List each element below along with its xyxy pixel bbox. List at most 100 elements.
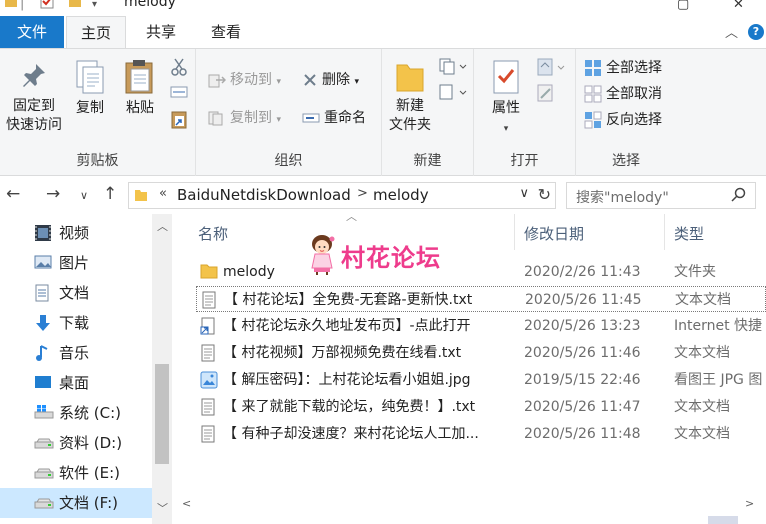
pin-quick-access-button[interactable]: 固定到 快速访问	[2, 61, 66, 135]
back-button[interactable]: ←	[6, 184, 20, 204]
up-button[interactable]: ↑	[103, 184, 117, 204]
copy-to-button[interactable]: 复制到 ▾	[208, 107, 281, 129]
tab-view[interactable]: 查看	[196, 16, 256, 48]
nav-item-drive-e[interactable]: 软件 (E:)	[0, 458, 152, 488]
invert-selection-button[interactable]: 反向选择	[584, 109, 662, 131]
recent-locations-button[interactable]: ∨	[80, 189, 88, 202]
help-icon[interactable]: ?	[748, 24, 764, 40]
new-item-icon[interactable]	[438, 57, 468, 75]
list-item[interactable]: 【 村花视频】万部视频免费在线看.txt 2020/5/26 11:46 文本文…	[196, 340, 766, 366]
more-locations-icon[interactable]: «	[159, 186, 167, 201]
delete-button[interactable]: 删除 ▾	[302, 69, 359, 91]
scroll-down-icon[interactable]: ﹀	[157, 500, 168, 516]
scroll-up-icon[interactable]: ︿	[157, 218, 168, 234]
list-item[interactable]: melody 2020/2/26 11:43 文件夹	[196, 259, 766, 285]
properties-button[interactable]: 属性 ▾	[484, 59, 528, 139]
paste-label: 粘贴	[126, 100, 154, 116]
properties-icon	[493, 60, 519, 94]
scroll-right-icon[interactable]: >	[745, 497, 754, 510]
refresh-icon[interactable]: ↻	[538, 185, 551, 204]
breadcrumb-baidunetdiskdownload[interactable]: BaiduNetdiskDownload	[177, 186, 351, 204]
list-item[interactable]: 【 村花论坛永久地址发布页】-点此打开 2020/5/26 13:23 Inte…	[196, 313, 766, 339]
list-item[interactable]: 【 解压密码】：上村花论坛看小姐姐.jpg 2019/5/15 22:46 看图…	[196, 367, 766, 393]
file-name: 【 村花视频】万部视频免费在线看.txt	[223, 345, 462, 361]
invert-selection-label: 反向选择	[606, 112, 662, 128]
window-title: melody	[124, 0, 176, 10]
column-divider[interactable]	[664, 214, 665, 250]
address-dropdown-icon[interactable]: ∨	[519, 186, 529, 201]
windows-drive-icon	[34, 405, 54, 419]
view-toggle-stub[interactable]	[708, 516, 738, 524]
new-folder-button[interactable]: 新建 文件夹	[384, 61, 436, 135]
nav-item-downloads[interactable]: 下载	[0, 308, 152, 338]
column-header-date[interactable]: 修改日期	[524, 214, 584, 254]
chevron-down-icon: ▾	[503, 124, 509, 134]
select-none-label: 全部取消	[606, 86, 662, 102]
cut-icon[interactable]	[170, 57, 188, 77]
horizontal-scrollbar[interactable]: < >	[172, 496, 766, 514]
select-none-button[interactable]: 全部取消	[584, 83, 662, 105]
properties-icon[interactable]	[40, 0, 54, 9]
new-folder-icon[interactable]	[68, 0, 82, 8]
move-to-button[interactable]: 移动到 ▾	[208, 69, 281, 91]
list-item[interactable]: 【 有种子却没速度？来村花论坛人工加... 2020/5/26 11:48 文本…	[196, 421, 766, 447]
column-divider[interactable]	[514, 214, 515, 250]
maximize-button[interactable]: ▢	[677, 0, 689, 12]
tab-file[interactable]: 文件	[0, 16, 64, 48]
list-item[interactable]: 【 来了就能下载的论坛，纯免费！】.txt 2020/5/26 11:47 文本…	[196, 394, 766, 420]
open-icon[interactable]	[536, 57, 568, 77]
collapse-ribbon-icon[interactable]: ︿	[725, 22, 738, 41]
chevron-down-icon[interactable]: ▾	[92, 0, 97, 10]
properties-label: 属性	[492, 100, 520, 116]
new-folder-icon	[396, 64, 424, 92]
tab-share[interactable]: 共享	[132, 16, 190, 48]
file-date: 2020/5/26 11:46	[524, 345, 641, 361]
nav-item-music[interactable]: 音乐	[0, 338, 152, 368]
easy-access-icon[interactable]	[438, 83, 468, 101]
nav-item-desktop[interactable]: 桌面	[0, 368, 152, 398]
search-box[interactable]: 搜索"melody"	[566, 182, 756, 209]
group-organize: 移动到 ▾ 复制到 ▾ 删除 ▾ 重命名 组织	[196, 49, 382, 176]
column-header-name[interactable]: 名称	[198, 214, 228, 254]
nav-item-drive-d[interactable]: 资料 (D:)	[0, 428, 152, 458]
select-all-button[interactable]: 全部选择	[584, 57, 662, 79]
tab-home[interactable]: 主页	[66, 16, 126, 48]
column-header-type[interactable]: 类型	[674, 214, 704, 254]
pin-icon	[23, 64, 45, 87]
copy-icon	[76, 60, 104, 94]
edit-icon[interactable]	[536, 83, 556, 103]
paste-button[interactable]: 粘贴	[118, 59, 162, 118]
ribbon: 固定到 快速访问 复制 粘贴 剪贴板 移动到 ▾ 复制到 ▾ 删除 ▾ 重命名 …	[0, 48, 766, 176]
close-button[interactable]: ✕	[733, 0, 744, 12]
open-group-label: 打开	[510, 153, 539, 169]
nav-item-drive-c[interactable]: 系统 (C:)	[0, 398, 152, 428]
nav-item-drive-f[interactable]: 文档 (F:)	[0, 488, 152, 518]
move-to-icon	[208, 74, 226, 88]
folder-icon	[135, 190, 147, 201]
navigation-pane: 视频 图片 文档 下载 音乐 桌面 系统 (C:) 资料 (D:) 软件 (E:…	[0, 214, 172, 524]
nav-item-videos[interactable]: 视频	[0, 218, 152, 248]
nav-scrollbar[interactable]: ︿ ﹀	[152, 214, 172, 524]
new-group-label: 新建	[413, 153, 442, 169]
forward-button[interactable]: →	[46, 184, 60, 204]
scroll-left-icon[interactable]: <	[182, 497, 191, 510]
nav-item-label: 音乐	[59, 344, 90, 362]
documents-folder-icon	[35, 284, 49, 302]
copy-path-icon[interactable]	[170, 85, 188, 99]
select-group-label: 选择	[612, 153, 640, 169]
rename-button[interactable]: 重命名	[302, 107, 366, 129]
select-all-icon	[585, 60, 601, 76]
nav-item-pictures[interactable]: 图片	[0, 248, 152, 278]
group-clipboard: 固定到 快速访问 复制 粘贴 剪贴板	[0, 49, 196, 176]
scrollbar-thumb[interactable]	[155, 364, 169, 464]
search-input[interactable]: 搜索"melody"	[576, 187, 669, 207]
paste-shortcut-icon[interactable]	[170, 109, 188, 129]
breadcrumb-separator[interactable]: >	[357, 186, 368, 201]
breadcrumb-melody[interactable]: melody	[373, 186, 429, 204]
copy-button[interactable]: 复制	[70, 59, 110, 118]
internet-shortcut-icon	[200, 317, 215, 335]
file-date: 2020/5/26 13:23	[524, 318, 641, 334]
nav-item-documents[interactable]: 文档	[0, 278, 152, 308]
address-bar[interactable]: « BaiduNetdiskDownload > melody ∨ ↻	[128, 182, 556, 209]
list-item[interactable]: 【 村花论坛】全免费-无套路-更新快.txt 2020/5/26 11:45 文…	[196, 286, 766, 312]
